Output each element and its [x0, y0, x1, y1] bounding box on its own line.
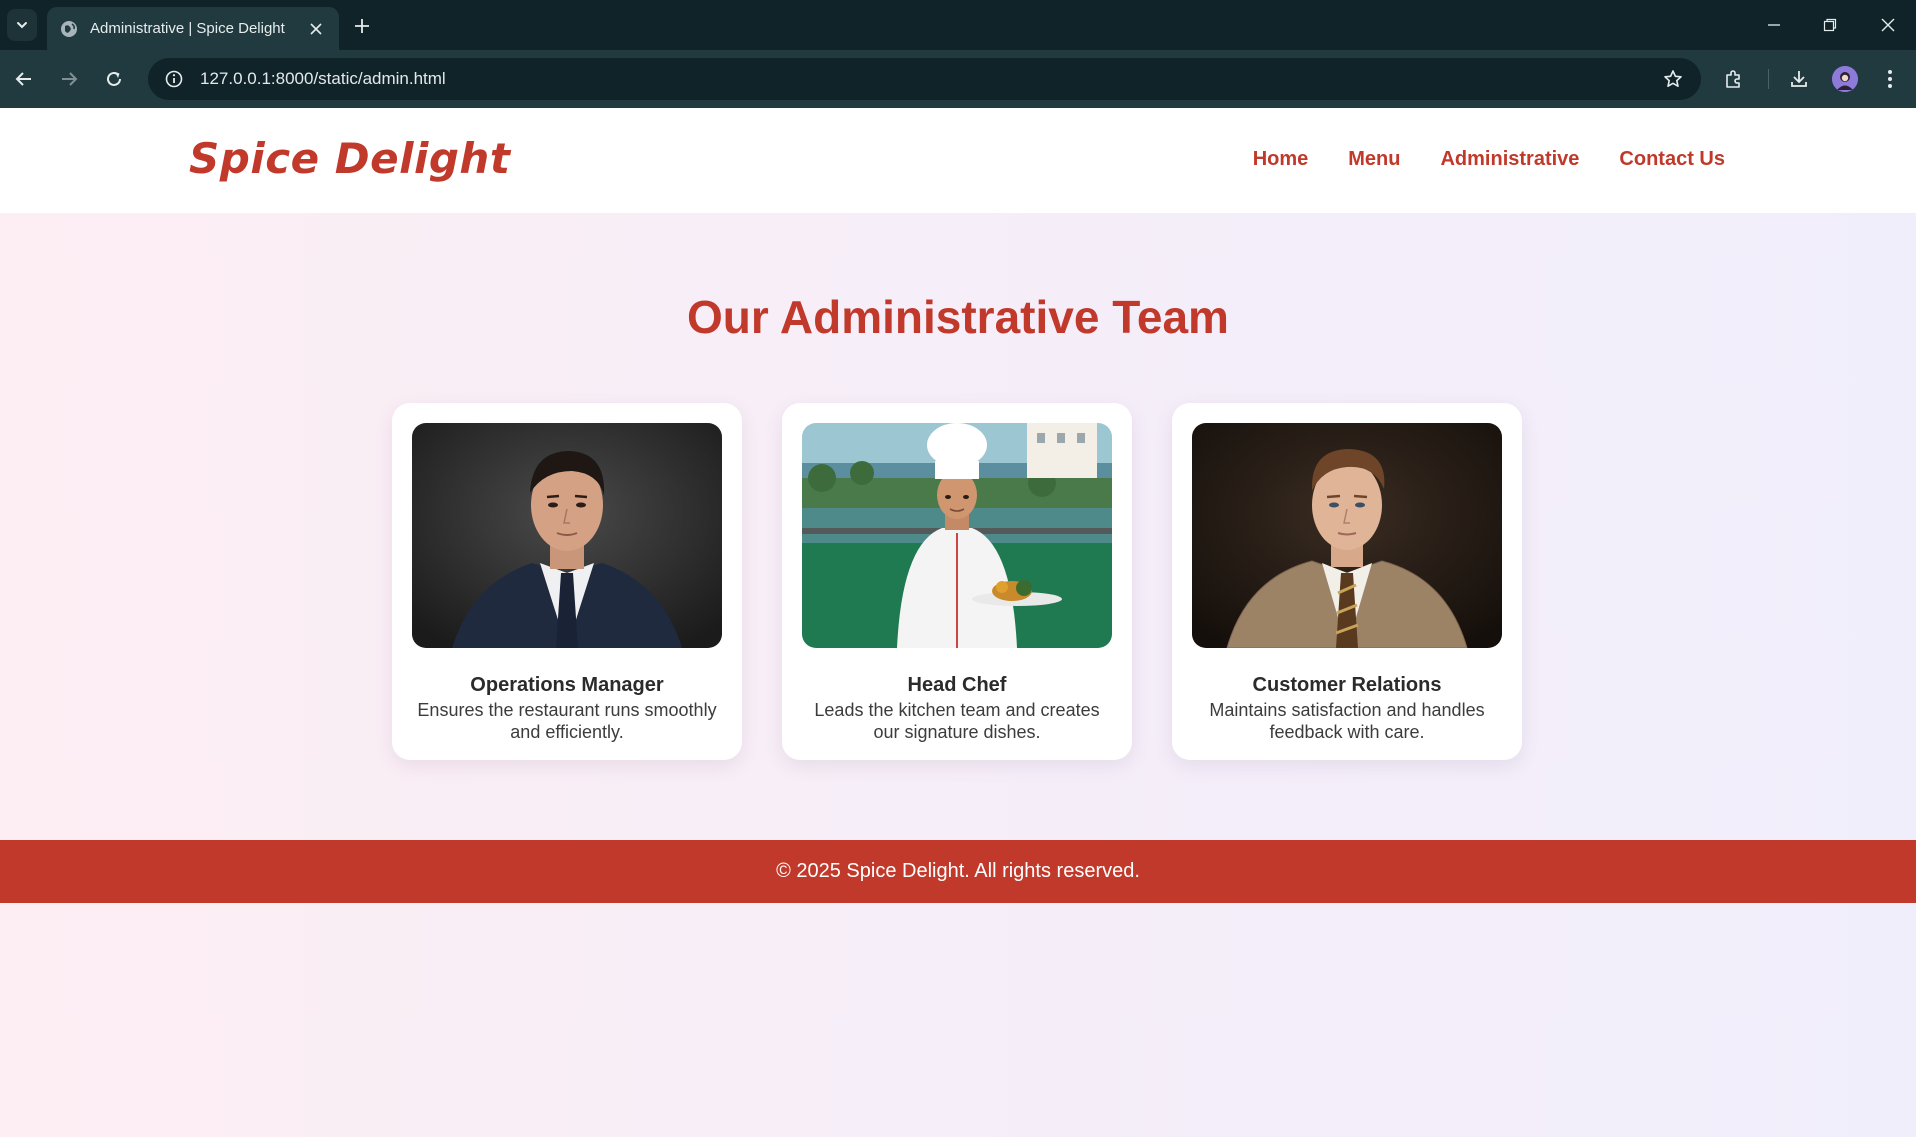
team-cards: Operations Manager Ensures the restauran… [392, 403, 1522, 760]
browser-tab-bar: Administrative | Spice Delight [0, 0, 1916, 50]
browser-menu-button[interactable] [1874, 63, 1906, 95]
nav-link-menu[interactable]: Menu [1348, 148, 1400, 171]
tab-search-button[interactable] [7, 9, 37, 41]
card-role: Customer Relations [1252, 674, 1442, 696]
arrow-right-icon [62, 72, 78, 86]
plus-icon [355, 19, 369, 33]
reload-button[interactable] [98, 63, 130, 95]
card-role: Head Chef [907, 674, 1007, 696]
page-title: Our Administrative Team [687, 291, 1229, 343]
minimize-icon [1768, 24, 1780, 26]
card-role: Operations Manager [470, 674, 664, 696]
address-bar[interactable]: 127.0.0.1:8000/static/admin.html [148, 58, 1701, 100]
chevron-down-icon [17, 22, 27, 29]
card-description: Ensures the restaurant runs smoothly and… [417, 700, 717, 742]
downloads-button[interactable] [1783, 63, 1815, 95]
close-tab-icon[interactable] [305, 18, 327, 40]
customer-relations-photo [1192, 423, 1502, 648]
close-window-button[interactable] [1868, 10, 1908, 40]
bookmark-star-icon[interactable] [1653, 58, 1693, 100]
card-description: Maintains satisfaction and handles feedb… [1209, 700, 1485, 742]
reload-icon [107, 71, 121, 86]
browser-tab-active[interactable]: Administrative | Spice Delight [47, 7, 339, 50]
globe-icon [60, 20, 78, 38]
site-info-icon[interactable] [154, 58, 194, 100]
more-vertical-icon [1888, 70, 1892, 88]
forward-button[interactable] [53, 63, 85, 95]
close-icon [1881, 18, 1895, 32]
browser-toolbar: 127.0.0.1:8000/static/admin.html [0, 50, 1916, 108]
download-icon [1791, 71, 1807, 87]
site-logo[interactable]: Spice Delight [189, 134, 510, 183]
team-card-operations-manager: Operations Manager Ensures the restauran… [392, 403, 742, 760]
minimize-button[interactable] [1754, 10, 1794, 40]
new-tab-button[interactable] [348, 12, 376, 40]
card-description: Leads the kitchen team and creates our s… [814, 700, 1100, 742]
puzzle-icon [1726, 70, 1740, 88]
extensions-button[interactable] [1718, 63, 1750, 95]
toolbar-divider [1768, 69, 1769, 89]
nav-link-contact-us[interactable]: Contact Us [1619, 148, 1725, 171]
nav-link-administrative[interactable]: Administrative [1440, 148, 1579, 171]
footer-copyright: © 2025 Spice Delight. All rights reserve… [776, 860, 1140, 882]
team-card-customer-relations: Customer Relations Maintains satisfactio… [1172, 403, 1522, 760]
restore-button[interactable] [1810, 10, 1850, 40]
team-card-head-chef: Head Chef Leads the kitchen team and cre… [782, 403, 1132, 760]
url-text[interactable]: 127.0.0.1:8000/static/admin.html [200, 69, 1653, 89]
site-header: Spice Delight Home Menu Administrative C… [0, 108, 1916, 213]
head-chef-photo [802, 423, 1112, 648]
nav-link-home[interactable]: Home [1253, 148, 1309, 171]
arrow-left-icon [15, 72, 31, 86]
site-footer: © 2025 Spice Delight. All rights reserve… [0, 840, 1916, 903]
restore-icon [1823, 18, 1837, 32]
profile-avatar[interactable] [1832, 66, 1858, 92]
operations-manager-photo [412, 423, 722, 648]
main-nav: Home Menu Administrative Contact Us [1253, 148, 1725, 171]
tab-title: Administrative | Spice Delight [90, 20, 285, 37]
back-button[interactable] [8, 63, 40, 95]
